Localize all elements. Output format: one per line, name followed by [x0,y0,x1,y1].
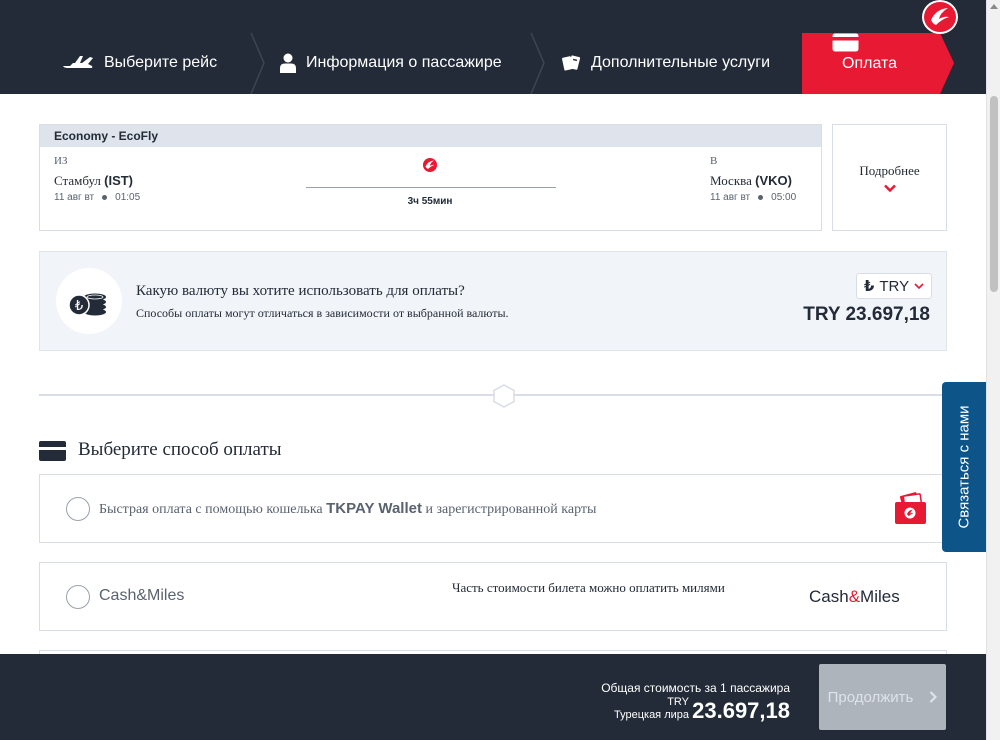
cash-miles-logo: Cash&Miles [809,587,900,607]
total-amount: 23.697,18 [692,698,790,723]
payment-option-tkpay[interactable]: Быстрая оплата с помощью кошелька TKPAY … [39,474,947,543]
lira-symbol: ₺ [863,277,875,295]
currency-total: TRY 23.697,18 [803,304,930,325]
destination-datetime: 11 авг вт 05:00 [710,192,796,203]
separator-dot [102,195,108,200]
step-separator [250,33,265,94]
page-scrollbar[interactable] [986,0,1000,740]
person-icon [280,53,296,73]
currency-selection-panel: ₺ Какую валюту вы хотите использовать дл… [39,251,947,351]
step-label: Дополнительные услуги [591,54,771,71]
origin-date: 11 авг вт [54,192,95,203]
destination-date: 11 авг вт [710,192,751,203]
separator-dot [758,195,764,200]
turkish-airlines-logo-icon[interactable] [922,0,958,34]
details-label: Подробнее [859,162,920,178]
currency-question: Какую валюту вы хотите использовать для … [136,283,465,299]
payment-option-cash-miles[interactable]: Cash&Miles Часть стоимости билета можно … [39,562,947,631]
contact-us-label: Связаться с нами [955,405,973,529]
cash-miles-label: Cash&Miles [99,587,185,604]
price-footer: Общая стоимость за 1 пассажира TRY Турец… [0,654,986,740]
destination-city: Москва (VKO) [710,173,792,189]
radio-button[interactable] [66,585,90,609]
origin-code: (IST) [104,173,134,188]
continue-label: Продолжить [827,688,914,706]
currency-code: TRY [667,696,689,708]
coins-icon: ₺ [56,268,122,334]
airplane-icon [62,54,94,72]
flight-duration: 3ч 55мин [407,196,453,207]
tkpay-text-pre: Быстрая оплата с помощью кошелька [99,502,327,517]
radio-button[interactable] [66,497,90,521]
currency-info: TRY Турецкая лира [614,696,689,722]
scroll-up-arrow-icon[interactable] [990,4,998,9]
origin-time: 01:05 [115,192,141,203]
flight-summary-card: Economy - EcoFly ИЗ Стамбул (IST) 11 авг… [39,124,822,231]
credit-card-icon [39,441,66,461]
tkpay-option-text: Быстрая оплата с помощью кошелька TKPAY … [99,500,596,518]
scrollbar-thumb[interactable] [990,96,998,292]
destination-label: В [710,155,718,167]
currency-name: Турецкая лира [614,709,689,721]
cash-miles-note: Часть стоимости билета можно оплатить ми… [452,580,725,595]
airline-logo-icon [423,158,437,177]
step-payment[interactable]: Оплата [802,33,954,94]
tkpay-text-post: и зарегистрированной карты [421,502,597,517]
chevron-right-icon [930,691,938,703]
booking-stepper: Выберите рейс Информация о пассажире Доп… [0,0,986,94]
step-label: Информация о пассажире [306,54,502,71]
chevron-down-icon [914,282,924,289]
currency-selected: TRY [879,277,910,295]
logo-ampersand: & [848,587,861,606]
origin-datetime: 11 авг вт 01:05 [54,192,140,203]
destination-city-name: Москва [710,173,752,188]
total-note: Общая стоимость за 1 пассажира [601,681,790,695]
tkpay-brand: TKPAY Wallet [326,500,422,517]
step-select-flight[interactable]: Выберите рейс [62,33,217,93]
origin-city: Стамбул (IST) [54,173,133,189]
origin-label: ИЗ [54,155,68,167]
step-extra-services[interactable]: Дополнительные услуги [561,33,770,93]
step-label: Оплата [842,54,898,72]
logo-part: Miles [860,587,900,606]
step-label: Выберите рейс [104,54,218,71]
wallet-icon [895,492,926,524]
logo-part: Cash [809,587,849,606]
destination-code: (VKO) [755,173,792,188]
step-passenger-info[interactable]: Информация о пассажире [280,33,502,93]
currency-note: Способы оплаты могут отличаться в зависи… [136,306,509,320]
continue-button[interactable]: Продолжить [819,664,946,730]
hexagon-icon [493,384,515,408]
tickets-icon [561,54,581,72]
cabin-class: Economy - EcoFly [40,125,821,147]
svg-text:₺: ₺ [75,299,83,314]
contact-us-tab[interactable]: Связаться с нами [942,382,986,552]
route-line [306,187,556,188]
chevron-down-icon [883,184,896,192]
destination-time: 05:00 [771,192,797,203]
currency-select[interactable]: ₺ TRY [856,273,932,299]
flight-details-button[interactable]: Подробнее [832,124,947,231]
origin-city-name: Стамбул [54,173,101,188]
step-separator [530,33,545,94]
payment-method-title: Выберите способ оплаты [78,439,282,460]
